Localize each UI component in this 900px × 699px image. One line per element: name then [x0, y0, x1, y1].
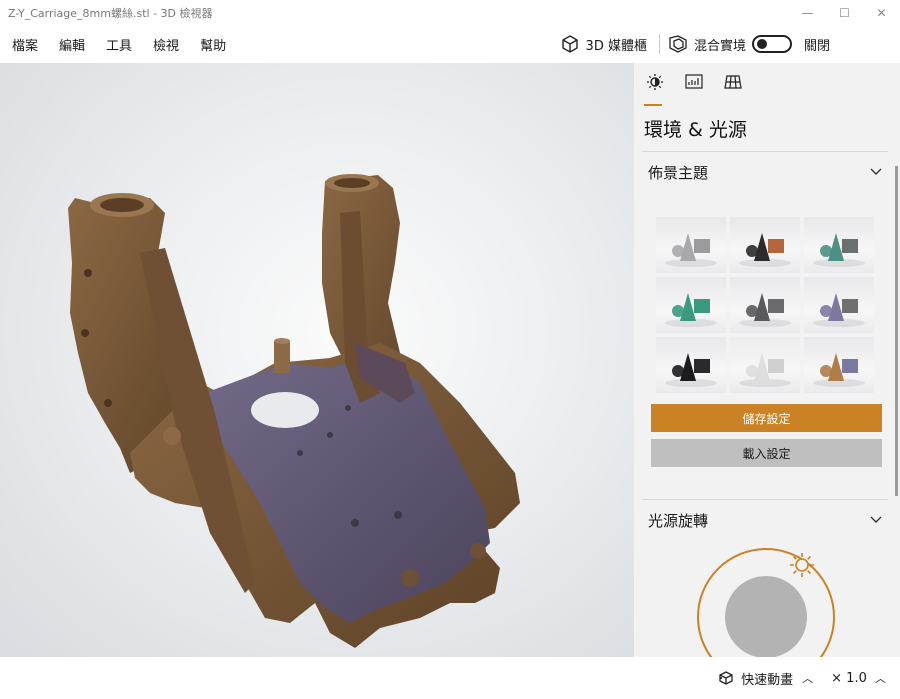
- maximize-button[interactable]: ☐: [826, 0, 863, 25]
- menu-right: 3D 媒體櫃 混合實境 關閉: [552, 25, 900, 63]
- menu-bar: 檔案 編輯 工具 檢視 幫助 3D 媒體櫃 混合實境 關閉: [0, 25, 900, 63]
- theme-preview-shapes: [739, 293, 791, 327]
- panel-title: 環境 & 光源: [644, 119, 747, 141]
- theme-thumbnail[interactable]: [730, 337, 800, 393]
- toggle-knob: [756, 39, 767, 49]
- chevron-up-icon: ︿: [875, 672, 886, 685]
- theme-thumbnail[interactable]: [804, 217, 874, 273]
- close-button[interactable]: ✕: [863, 0, 900, 25]
- theme-grid: [634, 192, 900, 393]
- theme-section-label: 佈景主題: [648, 163, 709, 182]
- mixed-reality-label: 混合實境: [693, 38, 746, 54]
- window-title: Z-Y_Carriage_8mm螺絲.stl - 3D 檢視器: [8, 6, 213, 20]
- stats-tab[interactable]: [683, 73, 722, 105]
- theme-thumbnail[interactable]: [804, 337, 874, 393]
- menu-view[interactable]: 檢視: [153, 35, 179, 54]
- light-section-label: 光源旋轉: [648, 511, 709, 530]
- sun-handle-icon: [790, 553, 814, 577]
- grid-icon: [724, 75, 742, 89]
- load-settings-button[interactable]: 載入設定: [651, 439, 882, 467]
- 3d-library-label: 3D 媒體櫃: [585, 38, 647, 54]
- chevron-up-icon: ︿: [802, 672, 814, 685]
- environment-tab[interactable]: [644, 73, 683, 106]
- menu-file[interactable]: 檔案: [12, 35, 38, 54]
- menu-tools[interactable]: 工具: [106, 35, 132, 54]
- title-bar: Z-Y_Carriage_8mm螺絲.stl - 3D 檢視器 — ☐ ✕: [0, 0, 900, 25]
- quick-animation-label: 快速動畫: [741, 672, 794, 688]
- theme-preview-shapes: [665, 353, 717, 387]
- theme-thumbnail[interactable]: [730, 217, 800, 273]
- status-bar: 快速動畫 ︿ × 1.0 ︿: [0, 657, 900, 699]
- mixed-reality-button[interactable]: 混合實境: [668, 34, 746, 54]
- status-right: 快速動畫 ︿ × 1.0 ︿: [718, 657, 900, 699]
- light-rotation-disc: [725, 576, 807, 657]
- 3d-model[interactable]: [0, 63, 634, 657]
- quick-animation-button[interactable]: 快速動畫 ︿: [718, 669, 813, 688]
- stats-icon: [685, 74, 703, 89]
- theme-preview-shapes: [813, 233, 865, 267]
- chevron-down-icon: [870, 516, 882, 523]
- theme-thumbnail[interactable]: [804, 277, 874, 333]
- theme-preview-shapes: [739, 233, 791, 267]
- theme-thumbnail[interactable]: [656, 217, 726, 273]
- panel-scrollbar[interactable]: [895, 166, 898, 496]
- 3d-viewport[interactable]: [0, 63, 634, 657]
- speed-selector[interactable]: × 1.0 ︿: [831, 670, 886, 686]
- menu-divider: [658, 34, 660, 54]
- speed-value: × 1.0: [831, 671, 867, 686]
- animation-cube-icon: [719, 671, 733, 685]
- cube-icon: [561, 35, 578, 53]
- save-settings-button[interactable]: 儲存設定: [651, 404, 882, 432]
- mixed-reality-toggle[interactable]: [751, 35, 792, 53]
- 3d-library-button[interactable]: 3D 媒體櫃: [552, 34, 655, 54]
- light-rotation-dial[interactable]: [634, 545, 900, 657]
- menu-help[interactable]: 幫助: [200, 35, 226, 54]
- theme-thumbnail[interactable]: [656, 337, 726, 393]
- toggle-state-label: 關閉: [803, 38, 830, 54]
- environment-panel: 環境 & 光源 佈景主題 儲存設定 載入設定 光源旋轉: [634, 63, 900, 657]
- minimize-button[interactable]: —: [789, 0, 826, 25]
- menu-edit[interactable]: 編輯: [59, 35, 85, 54]
- light-section-header[interactable]: 光源旋轉: [634, 500, 900, 540]
- theme-thumbnail[interactable]: [656, 277, 726, 333]
- mesh-tab[interactable]: [722, 73, 761, 105]
- theme-section-header[interactable]: 佈景主題: [634, 152, 900, 192]
- mixed-reality-icon: [669, 35, 687, 53]
- theme-preview-shapes: [739, 353, 791, 387]
- theme-preview-shapes: [813, 353, 865, 387]
- panel-tabs: [634, 63, 900, 106]
- theme-preview-shapes: [665, 233, 717, 267]
- theme-preview-shapes: [665, 293, 717, 327]
- menu-items: 檔案 編輯 工具 檢視 幫助: [0, 35, 247, 54]
- theme-thumbnail[interactable]: [730, 277, 800, 333]
- sun-icon: [647, 74, 663, 90]
- chevron-down-icon: [870, 168, 882, 175]
- theme-preview-shapes: [813, 293, 865, 327]
